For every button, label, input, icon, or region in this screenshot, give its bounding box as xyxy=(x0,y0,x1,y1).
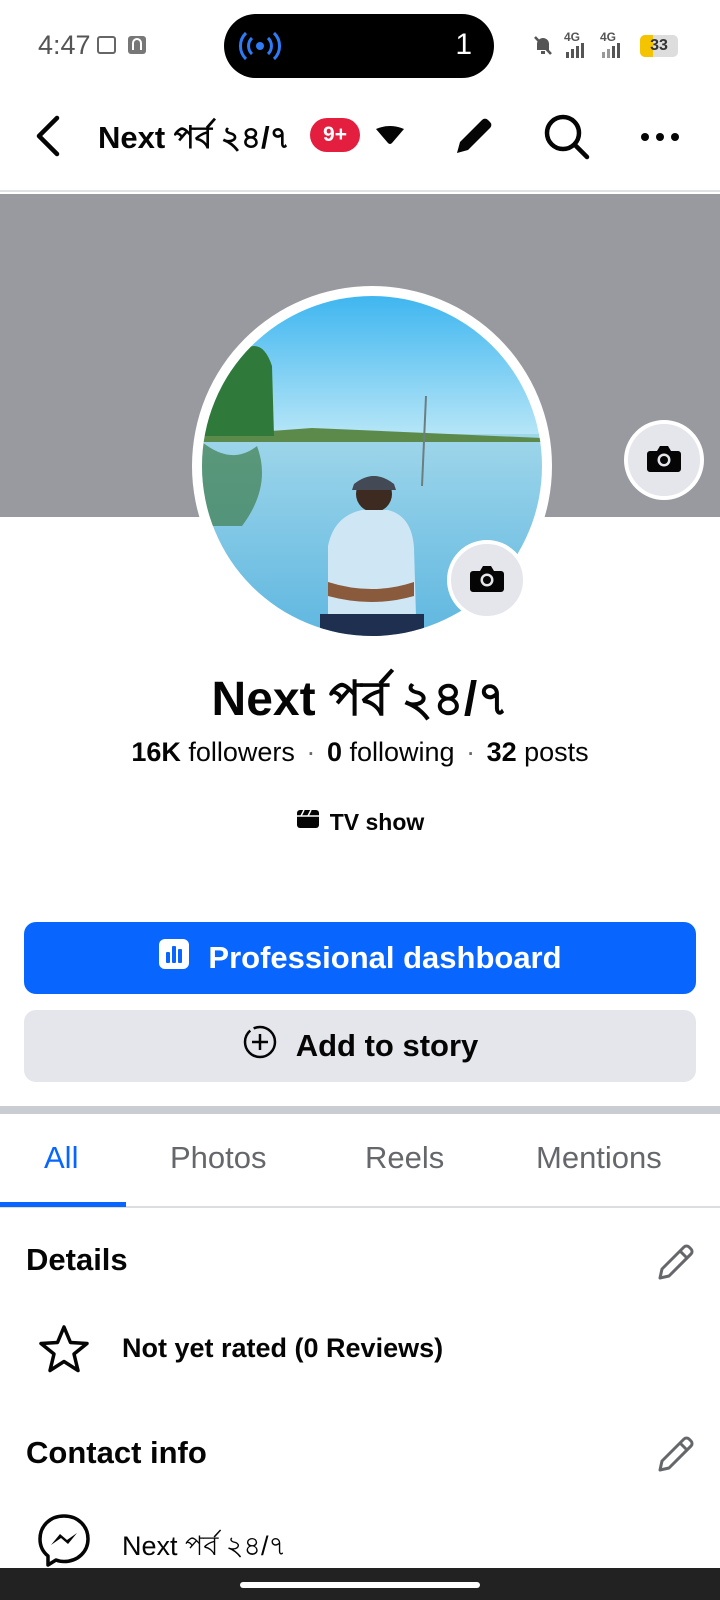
posts-label[interactable]: posts xyxy=(524,737,589,767)
back-arrow-icon xyxy=(33,114,63,163)
edit-cover-button[interactable] xyxy=(624,420,704,500)
stats-separator: · xyxy=(306,737,316,767)
more-icon xyxy=(640,129,680,147)
mute-icon xyxy=(532,34,554,56)
details-heading: Details xyxy=(26,1242,128,1277)
add-to-story-label: Add to story xyxy=(295,1028,479,1063)
following-count[interactable]: 0 xyxy=(327,737,342,767)
edit-button[interactable] xyxy=(448,112,500,164)
active-tab-indicator xyxy=(0,1202,126,1207)
stats-separator: · xyxy=(466,737,476,767)
contact-info-heading: Contact info xyxy=(26,1435,207,1470)
edit-contact-pencil-icon[interactable] xyxy=(654,1432,698,1476)
profile-switcher-button[interactable] xyxy=(364,112,416,164)
add-circle-icon xyxy=(242,1024,278,1068)
posts-count[interactable]: 32 xyxy=(487,737,517,767)
tab-all[interactable]: All xyxy=(44,1140,78,1176)
tab-mentions[interactable]: Mentions xyxy=(536,1140,662,1176)
section-divider xyxy=(0,1106,720,1114)
followers-count[interactable]: 16K xyxy=(131,737,181,767)
back-button[interactable] xyxy=(22,112,74,164)
status-time: 4:47 xyxy=(38,30,91,60)
status-bar: 4:47 1 4G 4G 33 xyxy=(0,0,720,92)
star-icon xyxy=(36,1322,92,1378)
notification-count: 1 xyxy=(455,28,472,61)
screenshot-icon xyxy=(96,34,118,56)
category-label: TV show xyxy=(329,808,425,835)
tab-photos[interactable]: Photos xyxy=(170,1140,267,1176)
dashboard-icon xyxy=(158,938,190,978)
system-nav-bar xyxy=(0,1568,720,1600)
tab-reels[interactable]: Reels xyxy=(365,1140,444,1176)
dynamic-island[interactable]: 1 xyxy=(224,14,494,78)
app-header: Next পর্ব ২৪/৭ 9+ xyxy=(0,92,720,192)
profile-stats: 16K followers · 0 following · 32 posts xyxy=(0,737,720,768)
professional-dashboard-label: Professional dashboard xyxy=(208,940,562,975)
edit-details-pencil-icon[interactable] xyxy=(654,1240,698,1284)
following-label[interactable]: following xyxy=(349,737,454,767)
rating-text[interactable]: Not yet rated (0 Reviews) xyxy=(122,1333,443,1364)
notification-badge: 9+ xyxy=(310,118,360,152)
more-button[interactable] xyxy=(634,112,686,164)
home-gesture-handle[interactable] xyxy=(240,1582,480,1588)
add-to-story-button[interactable]: Add to story xyxy=(24,1010,696,1082)
search-button[interactable] xyxy=(540,112,592,164)
page-title[interactable]: Next পর্ব ২৪/৭ xyxy=(98,114,290,166)
app-icon xyxy=(126,34,148,56)
professional-dashboard-button[interactable]: Professional dashboard xyxy=(24,922,696,994)
camera-icon xyxy=(469,563,505,598)
dropdown-caret-icon xyxy=(374,125,406,152)
page-category: TV show xyxy=(0,808,720,836)
messenger-icon xyxy=(36,1512,92,1568)
profile-name: Next পর্ব ২৪/৭ xyxy=(211,673,509,726)
camera-icon xyxy=(646,443,682,478)
profile-tabs: All Photos Reels Mentions xyxy=(0,1114,720,1208)
search-icon xyxy=(542,112,590,165)
battery-icon: 33 xyxy=(640,35,678,57)
messenger-contact-text[interactable]: Next পর্ব ২৪/৭ xyxy=(122,1526,286,1571)
edit-avatar-button[interactable] xyxy=(447,540,527,620)
clapperboard-icon xyxy=(296,808,320,836)
followers-label[interactable]: followers xyxy=(188,737,295,767)
pencil-icon xyxy=(451,113,497,164)
